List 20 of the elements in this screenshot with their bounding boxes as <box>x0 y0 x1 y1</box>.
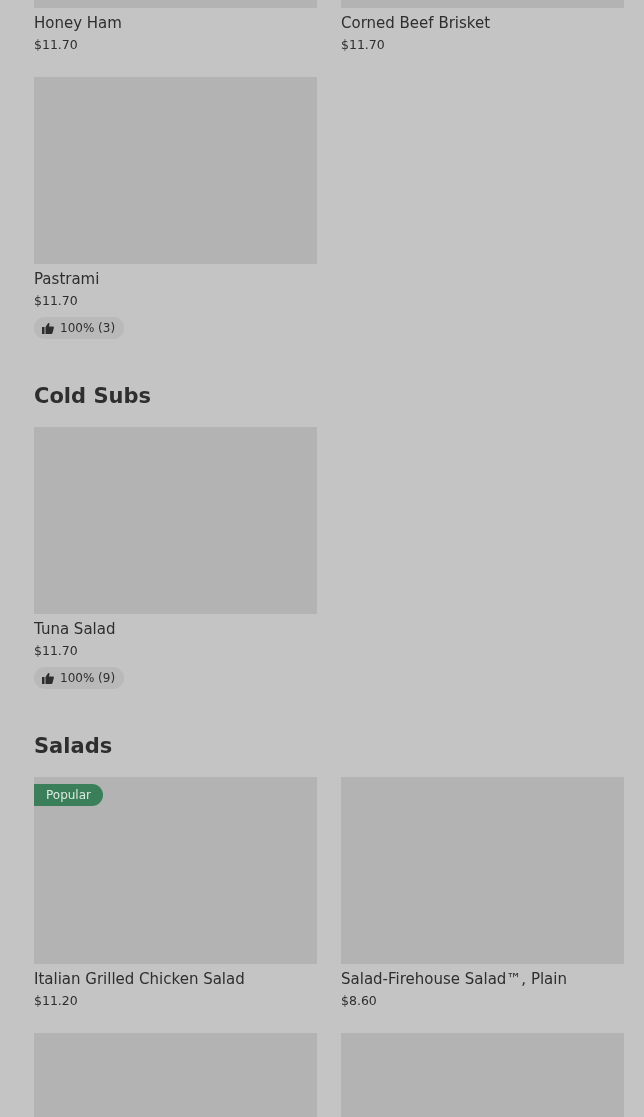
section-heading: Cold Subs <box>34 383 152 409</box>
item-price: $11.70 <box>341 36 385 53</box>
item-price: $11.70 <box>34 642 78 659</box>
thumbs-up-icon <box>42 672 54 684</box>
rating-text: 100% (9) <box>60 670 116 686</box>
thumbs-up-icon <box>42 322 54 334</box>
item-price: $11.70 <box>34 292 78 309</box>
item-price: $11.20 <box>34 992 78 1009</box>
rating-text: 100% (3) <box>60 320 116 336</box>
item-name[interactable]: Honey Ham <box>34 13 122 33</box>
item-name[interactable]: Salad-Firehouse Salad™, Plain <box>341 969 567 989</box>
item-name[interactable]: Italian Grilled Chicken Salad <box>34 969 245 989</box>
item-name[interactable]: Corned Beef Brisket <box>341 13 491 33</box>
item-name[interactable]: Pastrami <box>34 269 100 289</box>
section-heading: Salads <box>34 733 114 759</box>
item-price: $11.70 <box>34 36 78 53</box>
item-name[interactable]: Tuna Salad <box>34 619 116 639</box>
popular-tag: Popular <box>34 784 103 806</box>
item-price: $8.60 <box>341 992 377 1009</box>
image-placeholder[interactable]: Popular <box>34 777 317 964</box>
